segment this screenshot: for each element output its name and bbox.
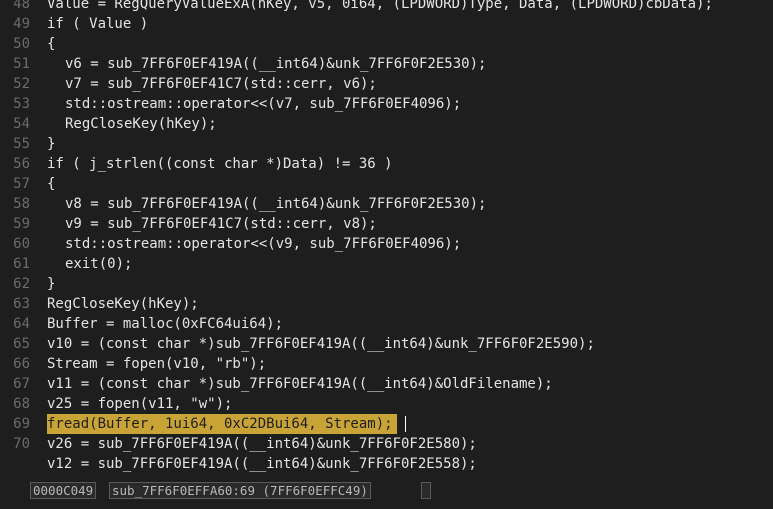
code-line[interactable]: 61 exit(0);	[0, 254, 773, 274]
line-number: 65	[13, 336, 30, 352]
code-line[interactable]: 69 fread(Buffer, 1ui64, 0xC2DBui64, Strea…	[0, 414, 773, 434]
status-address: 0000C049	[30, 482, 97, 499]
code-text[interactable]: if ( Value )	[47, 14, 148, 34]
code-text[interactable]: {	[47, 174, 55, 194]
code-text[interactable]: RegCloseKey(hKey);	[47, 294, 199, 314]
code-text[interactable]: if ( j_strlen((const char *)Data) != 36 …	[47, 154, 393, 174]
code-line[interactable]: 48 Value = RegQueryValueExA(hKey, v5, 0i6…	[0, 0, 773, 14]
line-number: 56	[13, 156, 30, 172]
line-number: 53	[13, 96, 30, 112]
code-text[interactable]: Buffer = malloc(0xFC64ui64);	[47, 314, 283, 334]
code-text[interactable]: fread(Buffer, 1ui64, 0xC2DBui64, Stream)…	[47, 414, 397, 434]
code-line[interactable]: 56 if ( j_strlen((const char *)Data) != 3…	[0, 154, 773, 174]
code-line[interactable]: 70 v26 = sub_7FF6F0EF419A((__int64)&unk_7…	[0, 434, 773, 454]
line-number: 58	[13, 196, 30, 212]
line-number: 61	[13, 256, 30, 272]
code-line[interactable]: 51 v6 = sub_7FF6F0EF419A((__int64)&unk_7F…	[0, 54, 773, 74]
code-text[interactable]: v10 = (const char *)sub_7FF6F0EF419A((__…	[47, 334, 595, 354]
line-number: 66	[13, 356, 30, 372]
code-line[interactable]: 52 v7 = sub_7FF6F0EF41C7(std::cerr, v6);	[0, 74, 773, 94]
code-text[interactable]: {	[47, 34, 55, 54]
code-text[interactable]: v12 = sub_7FF6F0EF419A((__int64)&unk_7FF…	[47, 454, 477, 474]
code-text[interactable]: v8 = sub_7FF6F0EF419A((__int64)&unk_7FF6…	[47, 194, 486, 214]
code-line[interactable]: 54 RegCloseKey(hKey);	[0, 114, 773, 134]
line-number: 57	[13, 176, 30, 192]
line-number: 52	[13, 76, 30, 92]
code-line[interactable]: 67 v11 = (const char *)sub_7FF6F0EF419A((…	[0, 374, 773, 394]
code-line[interactable]: 60 std::ostream::operator<<(v9, sub_7FF6F…	[0, 234, 773, 254]
code-line[interactable]: 66 Stream = fopen(v10, "rb");	[0, 354, 773, 374]
code-text[interactable]: v9 = sub_7FF6F0EF41C7(std::cerr, v8);	[47, 214, 377, 234]
status-empty-field	[421, 482, 431, 499]
code-text[interactable]: }	[47, 134, 55, 154]
line-number: 50	[13, 36, 30, 52]
code-line[interactable]: 49 if ( Value )	[0, 14, 773, 34]
line-number: 59	[13, 216, 30, 232]
code-text[interactable]: RegCloseKey(hKey);	[47, 114, 217, 134]
line-number: 62	[13, 276, 30, 292]
code-line[interactable]: 50 {	[0, 34, 773, 54]
line-number: 68	[13, 396, 30, 412]
line-number: 49	[13, 16, 30, 32]
code-text[interactable]: std::ostream::operator<<(v7, sub_7FF6F0E…	[47, 94, 461, 114]
text-cursor	[405, 416, 406, 432]
code-text[interactable]: v6 = sub_7FF6F0EF419A((__int64)&unk_7FF6…	[47, 54, 486, 74]
code-line[interactable]: 65 v10 = (const char *)sub_7FF6F0EF419A((…	[0, 334, 773, 354]
code-line[interactable]: 57 {	[0, 174, 773, 194]
code-text[interactable]: Value = RegQueryValueExA(hKey, v5, 0i64,…	[47, 0, 713, 14]
code-text[interactable]: }	[47, 274, 55, 294]
line-number: 64	[13, 316, 30, 332]
code-text[interactable]: Stream = fopen(v10, "rb");	[47, 354, 266, 374]
code-text[interactable]: v11 = (const char *)sub_7FF6F0EF419A((__…	[47, 374, 553, 394]
code-text[interactable]: v25 = fopen(v11, "w");	[47, 394, 232, 414]
code-line[interactable]: 63 RegCloseKey(hKey);	[0, 294, 773, 314]
line-number: 70	[13, 436, 30, 452]
status-bar: 0000C049 sub_7FF6F0EFFA60:69 (7FF6F0EFFC…	[0, 478, 773, 509]
line-number: 69	[13, 416, 30, 432]
status-location: sub_7FF6F0EFFA60:69 (7FF6F0EFFC49)	[109, 482, 371, 499]
code-line[interactable]: 58 v8 = sub_7FF6F0EF419A((__int64)&unk_7F…	[0, 194, 773, 214]
code-line[interactable]: v12 = sub_7FF6F0EF419A((__int64)&unk_7FF…	[0, 454, 773, 474]
line-number: 63	[13, 296, 30, 312]
code-text[interactable]: v26 = sub_7FF6F0EF419A((__int64)&unk_7FF…	[47, 434, 477, 454]
pseudocode-editor[interactable]: 48 Value = RegQueryValueExA(hKey, v5, 0i6…	[0, 0, 773, 478]
line-number: 67	[13, 376, 30, 392]
code-line[interactable]: 53 std::ostream::operator<<(v7, sub_7FF6F…	[0, 94, 773, 114]
line-number: 60	[13, 236, 30, 252]
code-line[interactable]: 59 v9 = sub_7FF6F0EF41C7(std::cerr, v8);	[0, 214, 773, 234]
code-line[interactable]: 68 v25 = fopen(v11, "w");	[0, 394, 773, 414]
code-text[interactable]: std::ostream::operator<<(v9, sub_7FF6F0E…	[47, 234, 461, 254]
line-number: 54	[13, 116, 30, 132]
line-number: 48	[13, 0, 30, 12]
code-text[interactable]: exit(0);	[47, 254, 132, 274]
code-text[interactable]: v7 = sub_7FF6F0EF41C7(std::cerr, v6);	[47, 74, 377, 94]
line-number: 51	[13, 56, 30, 72]
code-line[interactable]: 64 Buffer = malloc(0xFC64ui64);	[0, 314, 773, 334]
code-line[interactable]: 62}	[0, 274, 773, 294]
line-number: 55	[13, 136, 30, 152]
code-line[interactable]: 55}	[0, 134, 773, 154]
